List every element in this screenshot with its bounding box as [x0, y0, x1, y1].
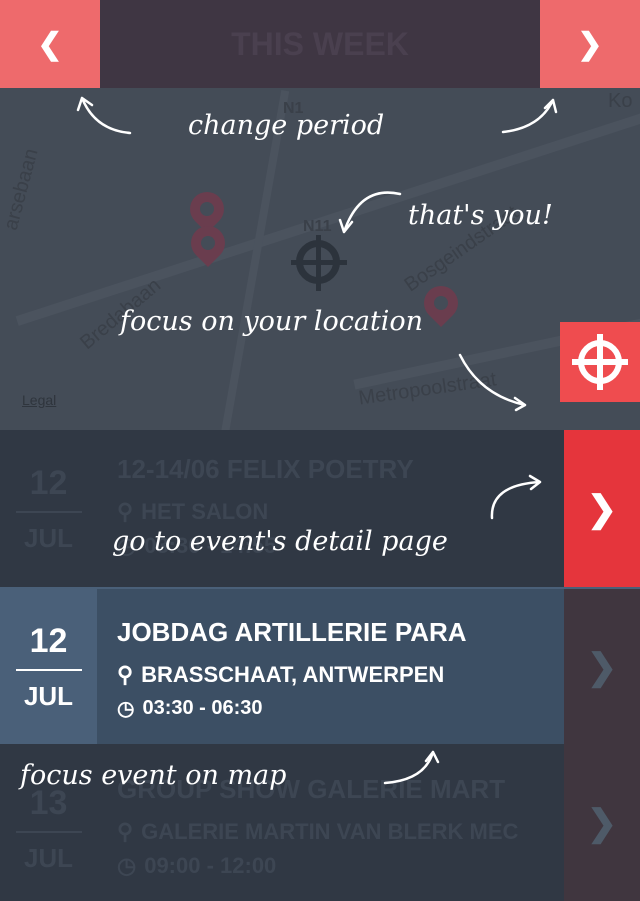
annotation-arrows: [76, 96, 558, 785]
